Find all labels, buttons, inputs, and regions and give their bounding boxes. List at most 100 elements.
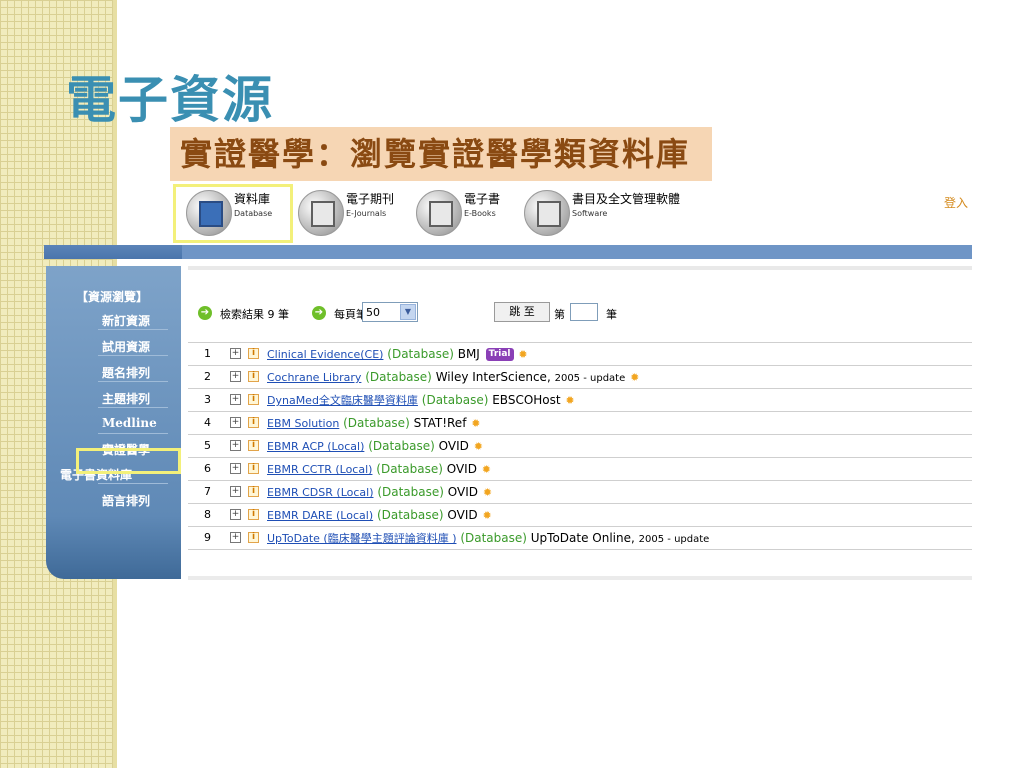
database-link[interactable]: EBMR DARE (Local)	[267, 509, 373, 522]
database-highlight-box	[173, 184, 293, 243]
expand-icon[interactable]: +	[230, 394, 241, 405]
sidebar-item-medline[interactable]: Medline	[98, 416, 168, 434]
database-link[interactable]: DynaMed全文臨床醫學資料庫	[267, 394, 418, 407]
database-link[interactable]: UpToDate (臨床醫學主題評論資料庫 )	[267, 532, 456, 545]
jump-button[interactable]: 跳 至	[494, 302, 550, 322]
login-link[interactable]: 登入	[944, 194, 968, 211]
header-blue-bar	[44, 245, 972, 259]
page-input[interactable]	[570, 303, 598, 321]
row-number: 6	[204, 462, 211, 475]
info-icon[interactable]: i	[248, 509, 259, 520]
entry-note: 2005 - update	[638, 534, 710, 545]
result-row: 5 + i EBMR ACP (Local) (Database) OVID ✹	[188, 435, 972, 458]
ebm-highlight-box	[76, 448, 181, 474]
expand-icon[interactable]: +	[230, 509, 241, 520]
sidebar-item-new[interactable]: 新訂資源	[98, 312, 168, 330]
new-lamp-icon: ✹	[482, 486, 493, 499]
info-icon[interactable]: i	[248, 532, 259, 543]
sidebar-item-subject[interactable]: 主題排列	[98, 390, 168, 408]
result-row: 3 + i DynaMed全文臨床醫學資料庫 (Database) EBSCOH…	[188, 389, 972, 412]
entry-type: (Database)	[377, 485, 444, 499]
panel-bottom-line	[188, 576, 972, 580]
new-lamp-icon: ✹	[565, 394, 575, 407]
nav-item-label: 書目及全文管理軟體	[572, 192, 681, 206]
sidebar-item-label: 試用資源	[102, 340, 151, 354]
database-link[interactable]: EBM Solution	[267, 417, 339, 430]
database-link[interactable]: EBMR CCTR (Local)	[267, 463, 372, 476]
entry-publisher: Wiley InterScience,	[435, 370, 551, 384]
results-controls: ➔ 檢索結果 9 筆 ➔ 每頁筆數 50 ▼ 跳 至 第 筆	[198, 302, 638, 326]
chevron-down-icon: ▼	[400, 304, 416, 320]
expand-icon[interactable]: +	[230, 463, 241, 474]
entry-publisher: OVID	[447, 485, 479, 499]
entry-publisher: OVID	[446, 462, 477, 476]
page-suffix: 筆	[606, 308, 617, 321]
row-number: 3	[204, 393, 211, 406]
database-link[interactable]: EBMR CDSR (Local)	[267, 486, 374, 499]
sidebar-item-label: 題名排列	[102, 366, 151, 380]
database-link[interactable]: Cochrane Library	[267, 371, 361, 384]
expand-icon[interactable]: +	[230, 440, 241, 451]
entry-type: (Database)	[460, 531, 527, 545]
row-number: 1	[204, 347, 211, 360]
results-panel: ➔ 檢索結果 9 筆 ➔ 每頁筆數 50 ▼ 跳 至 第 筆 1 + i Cli…	[188, 266, 972, 580]
result-row: 7 + i EBMR CDSR (Local) (Database) OVID …	[188, 481, 972, 504]
slide-title: 電子資源	[66, 71, 274, 129]
ejournal-icon	[298, 190, 344, 236]
expand-icon[interactable]: +	[230, 348, 241, 359]
expand-icon[interactable]: +	[230, 532, 241, 543]
nav-item-sublabel: Software	[572, 209, 608, 218]
entry-type: (Database)	[376, 508, 444, 522]
results-list: 1 + i Clinical Evidence(CE) (Database) B…	[188, 342, 972, 550]
sidebar-item-label: Medline	[102, 416, 157, 430]
per-page-value: 50	[366, 306, 380, 319]
sidebar-item-language[interactable]: 語言排列	[102, 492, 150, 509]
expand-icon[interactable]: +	[230, 417, 241, 428]
ebook-icon	[416, 190, 462, 236]
sidebar-item-title[interactable]: 題名排列	[98, 364, 168, 382]
result-row: 8 + i EBMR DARE (Local) (Database) OVID …	[188, 504, 972, 527]
database-link[interactable]: EBMR ACP (Local)	[267, 440, 364, 453]
sidebar-heading: 【資源瀏覽】	[76, 290, 149, 304]
nav-item-label: 電子期刊	[346, 192, 395, 206]
new-lamp-icon: ✹	[518, 348, 528, 361]
info-icon[interactable]: i	[248, 371, 259, 382]
software-icon	[524, 190, 570, 236]
arrow-right-icon: ➔	[312, 306, 326, 320]
info-icon[interactable]: i	[248, 394, 259, 405]
row-number: 7	[204, 485, 211, 498]
trial-badge: Trial	[485, 348, 514, 361]
new-lamp-icon: ✹	[473, 440, 483, 453]
entry-type: (Database)	[343, 416, 410, 430]
entry-type: (Database)	[368, 439, 435, 453]
entry-note: 2005 - update	[554, 373, 626, 384]
nav-item-sublabel: E-Journals	[346, 209, 387, 218]
entry-publisher: OVID	[447, 508, 478, 522]
nav-item-label: 電子書	[464, 192, 501, 206]
expand-icon[interactable]: +	[230, 371, 241, 382]
sidebar-item-label: 新訂資源	[102, 314, 151, 328]
info-icon[interactable]: i	[248, 463, 259, 474]
expand-icon[interactable]: +	[230, 486, 241, 497]
new-lamp-icon: ✹	[630, 371, 640, 384]
result-row: 4 + i EBM Solution (Database) STAT!Ref ✹	[188, 412, 972, 435]
row-number: 5	[204, 439, 211, 452]
info-icon[interactable]: i	[248, 417, 259, 428]
entry-publisher: BMJ	[457, 347, 480, 361]
result-count: 檢索結果 9 筆	[220, 308, 289, 321]
info-icon[interactable]: i	[248, 440, 259, 451]
database-link[interactable]: Clinical Evidence(CE)	[267, 348, 383, 361]
entry-type: (Database)	[387, 347, 454, 361]
arrow-right-icon: ➔	[198, 306, 212, 320]
sidebar-item-trial[interactable]: 試用資源	[98, 338, 168, 356]
entry-type: (Database)	[376, 462, 443, 476]
result-row: 1 + i Clinical Evidence(CE) (Database) B…	[188, 342, 972, 366]
row-number: 8	[204, 508, 211, 521]
row-number: 2	[204, 370, 211, 383]
info-icon[interactable]: i	[248, 348, 259, 359]
page-prefix: 第	[554, 308, 565, 321]
screenshot-area: 資料庫 Database 電子期刊 E-Journals 電子書 E-Books…	[44, 184, 972, 604]
row-number: 4	[204, 416, 211, 429]
per-page-select[interactable]: 50 ▼	[362, 302, 418, 322]
info-icon[interactable]: i	[248, 486, 259, 497]
